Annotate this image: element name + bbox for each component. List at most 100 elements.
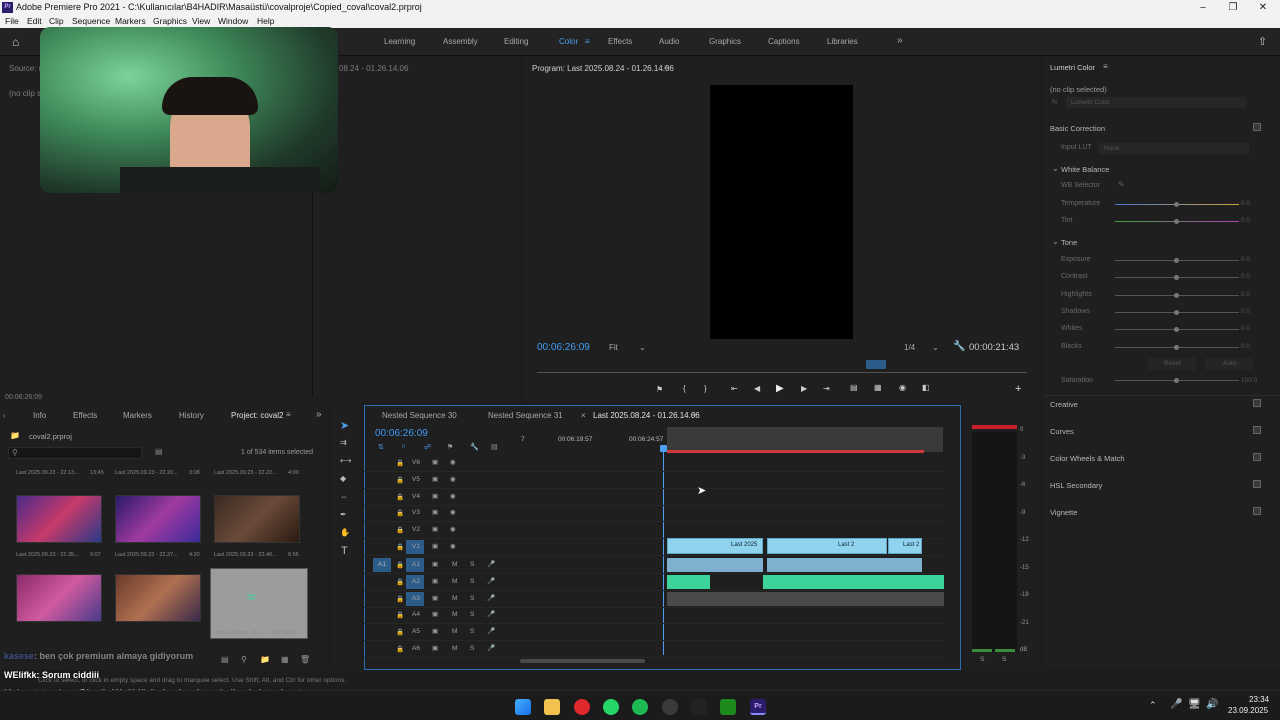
playhead-handle[interactable] xyxy=(660,445,667,452)
extract-icon[interactable]: ▦ xyxy=(874,383,882,392)
monitor-icon[interactable]: 🖥 xyxy=(1188,699,1201,710)
timeline-menu-icon[interactable]: ≡ xyxy=(691,410,696,419)
reset-button[interactable]: Reset xyxy=(1148,358,1196,370)
tab-main-sequence[interactable]: Last 2025.08.24 - 01.26.14.06 xyxy=(593,411,700,420)
go-to-in-icon[interactable]: ⇤ xyxy=(731,384,738,393)
tab-project[interactable]: Project: coval2 xyxy=(231,411,283,420)
lock-icon[interactable]: 🔒 xyxy=(396,611,404,619)
add-button-icon[interactable]: + xyxy=(1015,383,1021,395)
captions-icon[interactable]: ▤ xyxy=(491,443,498,451)
lock-icon[interactable]: 🔒 xyxy=(396,509,404,517)
wrench-icon[interactable]: 🔧 xyxy=(953,341,965,352)
microphone-record-icon[interactable]: 🎤 xyxy=(487,577,495,585)
solo-button[interactable]: S xyxy=(470,561,474,568)
eye-icon[interactable]: ◉ xyxy=(450,492,456,500)
lock-icon[interactable]: 🔒 xyxy=(396,459,404,467)
more-workspaces-icon[interactable]: » xyxy=(897,35,903,46)
eye-icon[interactable]: ◉ xyxy=(450,458,456,466)
shadows-slider[interactable] xyxy=(1115,309,1239,315)
film-sync-icon[interactable]: ▣ xyxy=(432,644,438,652)
section-vignette-checkbox[interactable] xyxy=(1253,507,1261,515)
tray-chevron-icon[interactable]: ⌃ xyxy=(1149,700,1157,711)
tone-chevron-icon[interactable]: ⌄ xyxy=(1052,237,1059,246)
section-creative-checkbox[interactable] xyxy=(1253,399,1261,407)
lumetri-title[interactable]: Lumetri Color xyxy=(1050,63,1095,72)
film-sync-icon[interactable]: ▣ xyxy=(432,542,438,550)
microphone-record-icon[interactable]: 🎤 xyxy=(487,627,495,635)
film-sync-icon[interactable]: ▣ xyxy=(432,560,438,568)
tab-nested-seq-31[interactable]: Nested Sequence 31 xyxy=(488,411,563,420)
share-icon[interactable]: ⇧ xyxy=(1258,35,1267,48)
section-creative[interactable]: Creative xyxy=(1050,400,1078,409)
quality-dropdown[interactable]: 1/4 xyxy=(904,343,915,352)
project-item-thumbnail[interactable] xyxy=(16,574,102,622)
workspace-assembly[interactable]: Assembly xyxy=(443,37,478,46)
workspace-menu-icon[interactable]: ≡ xyxy=(585,37,590,46)
more-panels-icon[interactable]: » xyxy=(316,409,322,420)
media-player-icon[interactable] xyxy=(720,699,736,715)
saturation-value[interactable]: 100.0 xyxy=(1241,377,1257,384)
windows-start-icon[interactable] xyxy=(515,699,531,715)
film-sync-icon[interactable]: ▣ xyxy=(432,627,438,635)
workspace-effects[interactable]: Effects xyxy=(608,37,632,46)
lock-icon[interactable]: 🔒 xyxy=(396,476,404,484)
discord-icon[interactable] xyxy=(662,699,678,715)
mark-out-icon[interactable]: } xyxy=(704,384,707,393)
tab-markers[interactable]: Markers xyxy=(123,411,152,420)
whites-slider[interactable] xyxy=(1115,327,1239,333)
workspace-graphics[interactable]: Graphics xyxy=(709,37,741,46)
hand-tool-icon[interactable]: ✋ xyxy=(340,528,350,537)
project-item-name[interactable]: Last 2025.09.23 - 22.22... xyxy=(214,470,282,476)
file-explorer-icon[interactable] xyxy=(544,699,560,715)
play-icon[interactable]: ▶ xyxy=(776,383,784,394)
fx-dropdown[interactable]: Lumetri Color xyxy=(1066,97,1246,108)
program-monitor-frame[interactable] xyxy=(710,85,853,339)
solo-button[interactable]: S xyxy=(470,628,474,635)
mute-button[interactable]: M xyxy=(452,561,457,568)
minimize-icon[interactable]: – xyxy=(1188,0,1218,15)
add-marker-timeline-icon[interactable]: ⚑ xyxy=(447,443,453,451)
close-tab-icon[interactable]: × xyxy=(581,411,586,420)
export-frame-icon[interactable]: ◉ xyxy=(899,383,906,392)
selection-tool-icon[interactable]: ➤ xyxy=(340,419,349,432)
film-sync-icon[interactable]: ▣ xyxy=(432,525,438,533)
list-view-icon[interactable]: ▤ xyxy=(221,655,229,664)
clock-date[interactable]: 23.09.2025 xyxy=(1228,706,1268,715)
eye-icon[interactable]: ◉ xyxy=(450,508,456,516)
basic-correction-header[interactable]: Basic Correction xyxy=(1050,124,1105,133)
ripple-edit-tool-icon[interactable]: ⟷ xyxy=(340,456,351,465)
blacks-slider[interactable] xyxy=(1115,344,1239,350)
tint-value[interactable]: 0.0 xyxy=(1241,217,1250,224)
step-back-icon[interactable]: ◀ xyxy=(754,384,760,393)
mute-button[interactable]: M xyxy=(452,645,457,652)
temperature-slider[interactable] xyxy=(1115,202,1239,207)
workspace-editing[interactable]: Editing xyxy=(504,37,528,46)
lock-icon[interactable]: 🔒 xyxy=(396,543,404,551)
project-item-name[interactable]: Last 2025.09.23 - 22.35... xyxy=(16,552,84,558)
lock-icon[interactable]: 🔒 xyxy=(396,578,404,586)
project-item-thumbnail[interactable] xyxy=(115,574,201,622)
solo-button[interactable]: S xyxy=(470,611,474,618)
opera-icon[interactable] xyxy=(574,699,590,715)
temperature-value[interactable]: 0.0 xyxy=(1241,200,1250,207)
basic-correction-checkbox[interactable] xyxy=(1253,123,1261,131)
solo-left-button[interactable]: S xyxy=(980,656,984,663)
timeline-scrollbar[interactable] xyxy=(520,659,645,663)
exposure-slider[interactable] xyxy=(1115,258,1239,263)
lock-icon[interactable]: 🔒 xyxy=(396,493,404,501)
contrast-value[interactable]: 0.0 xyxy=(1241,273,1250,280)
new-item-icon[interactable]: ▦ xyxy=(281,655,289,664)
lumetri-menu-icon[interactable]: ≡ xyxy=(1103,62,1108,71)
menu-edit[interactable]: Edit xyxy=(27,15,42,28)
home-icon[interactable]: ⌂ xyxy=(12,35,19,49)
project-item-thumbnail[interactable] xyxy=(16,495,102,543)
workspace-libraries[interactable]: Libraries xyxy=(827,37,858,46)
saturation-slider[interactable] xyxy=(1115,378,1239,383)
project-item-name[interactable]: Last 2025.09.23 - 22.13... xyxy=(16,470,84,476)
linked-selection-icon[interactable]: ☍ xyxy=(424,443,431,451)
snap-icon[interactable]: ∩ xyxy=(401,443,406,450)
audio-clip-a2-2[interactable] xyxy=(763,575,944,589)
microphone-record-icon[interactable]: 🎤 xyxy=(487,610,495,618)
eyedropper-icon[interactable]: ✎ xyxy=(1118,180,1125,189)
premiere-taskbar-icon[interactable]: Pr xyxy=(750,699,766,715)
